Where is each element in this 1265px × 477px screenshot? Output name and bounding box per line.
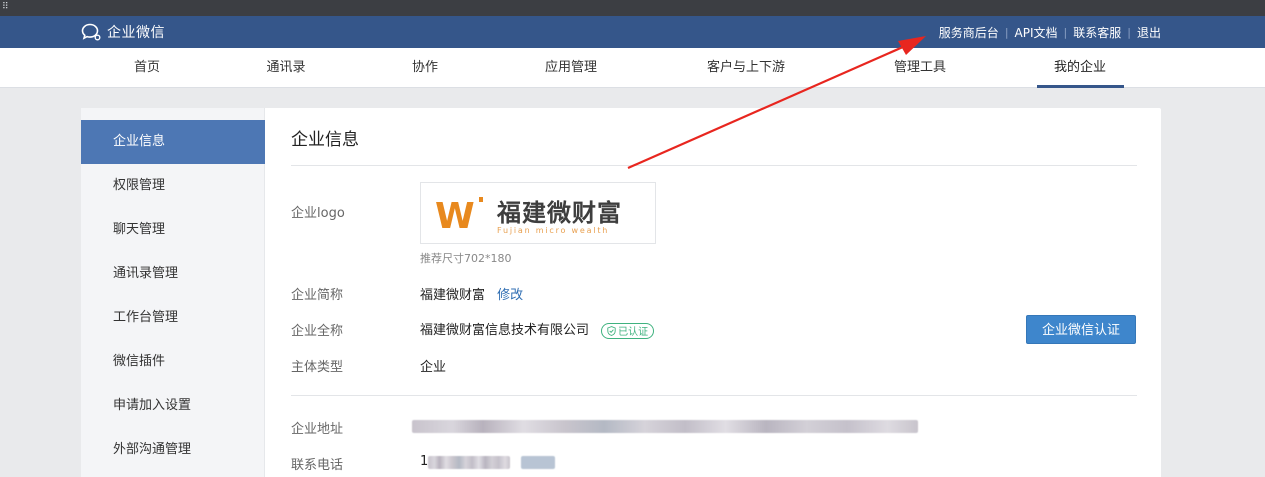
top-bar: 企业微信 服务商后台 | API文档 | 联系客服 | 退出 <box>0 16 1265 48</box>
phone-redacted-2 <box>521 456 555 469</box>
separator: | <box>1063 26 1068 39</box>
content-area: 企业信息 企业logo W 福建微财富 Fujian micro wealth … <box>265 108 1161 477</box>
api-docs-link[interactable]: API文档 <box>1015 24 1058 41</box>
nav-active-indicator <box>1037 85 1124 88</box>
logo-text-en: Fujian micro wealth <box>497 226 609 235</box>
phone-redacted <box>428 456 510 469</box>
address-label: 企业地址 <box>291 422 344 437</box>
top-links: 服务商后台 | API文档 | 联系客服 | 退出 <box>939 24 1161 41</box>
edit-short-name-link[interactable]: 修改 <box>497 288 523 303</box>
brand-name: 企业微信 <box>107 25 165 41</box>
entity-type-value: 企业 <box>420 360 447 375</box>
sidebar-item-wechat-plugin[interactable]: 微信插件 <box>81 340 265 384</box>
phone-label: 联系电话 <box>291 458 344 473</box>
logo-size-hint: 推荐尺寸702*180 <box>420 252 512 265</box>
company-logo[interactable]: W 福建微财富 Fujian micro wealth <box>420 182 656 244</box>
entity-type-label: 主体类型 <box>291 360 344 375</box>
nav-tab-apps[interactable]: 应用管理 <box>545 48 597 88</box>
nav-tab-contacts[interactable]: 通讯录 <box>266 48 305 88</box>
logo-mark: W <box>435 196 475 237</box>
sidebar-item-workbench[interactable]: 工作台管理 <box>81 296 265 340</box>
sidebar-item-external-comm[interactable]: 外部沟通管理 <box>81 428 265 472</box>
logo-label: 企业logo <box>291 206 345 221</box>
divider <box>291 165 1137 166</box>
company-logo-image: W 福建微财富 Fujian micro wealth <box>435 196 622 237</box>
main-panel: 企业信息 权限管理 聊天管理 通讯录管理 工作台管理 微信插件 申请加入设置 外… <box>81 108 1161 477</box>
short-name-value: 福建微财富 <box>420 288 486 303</box>
full-name-label: 企业全称 <box>291 324 344 339</box>
full-name-row: 福建微财富信息技术有限公司 已认证 <box>420 319 655 339</box>
nav-tab-customers[interactable]: 客户与上下游 <box>707 48 785 88</box>
nav-tab-collaboration[interactable]: 协作 <box>412 48 438 88</box>
shield-check-icon <box>607 325 616 336</box>
nav-tab-my-company[interactable]: 我的企业 <box>1054 48 1106 88</box>
sidebar-item-company-info[interactable]: 企业信息 <box>81 120 265 164</box>
divider <box>291 395 1137 396</box>
window-corner-icon: ⠿ <box>2 2 9 12</box>
wecom-verify-button[interactable]: 企业微信认证 <box>1026 315 1136 344</box>
sidebar: 企业信息 权限管理 聊天管理 通讯录管理 工作台管理 微信插件 申请加入设置 外… <box>81 108 265 477</box>
short-name-row: 福建微财富 修改 <box>420 284 523 303</box>
brand[interactable]: 企业微信 <box>80 21 165 43</box>
sidebar-item-permissions[interactable]: 权限管理 <box>81 164 265 208</box>
logo-text-cn: 福建微财富 <box>496 199 622 227</box>
sidebar-item-join-settings[interactable]: 申请加入设置 <box>81 384 265 428</box>
sidebar-item-chat[interactable]: 聊天管理 <box>81 208 265 252</box>
separator: | <box>1127 26 1131 39</box>
contact-support-link[interactable]: 联系客服 <box>1073 24 1121 41</box>
nav-tab-home[interactable]: 首页 <box>134 48 160 88</box>
separator: | <box>1004 26 1009 39</box>
nav-tab-tools[interactable]: 管理工具 <box>894 48 946 88</box>
page-title: 企业信息 <box>291 130 359 150</box>
wecom-logo-icon <box>81 23 101 41</box>
main-nav: 首页 通讯录 协作 应用管理 客户与上下游 管理工具 我的企业 <box>0 48 1265 88</box>
address-redacted <box>412 420 918 433</box>
full-name-value: 福建微财富信息技术有限公司 <box>420 323 590 338</box>
service-provider-link[interactable]: 服务商后台 <box>939 24 999 41</box>
os-title-strip: ⠿ <box>0 0 1265 16</box>
verified-badge-text: 已认证 <box>618 327 649 338</box>
sidebar-item-contacts[interactable]: 通讯录管理 <box>81 252 265 296</box>
logout-link[interactable]: 退出 <box>1137 24 1161 41</box>
short-name-label: 企业简称 <box>291 288 344 303</box>
verified-badge: 已认证 <box>601 322 655 339</box>
